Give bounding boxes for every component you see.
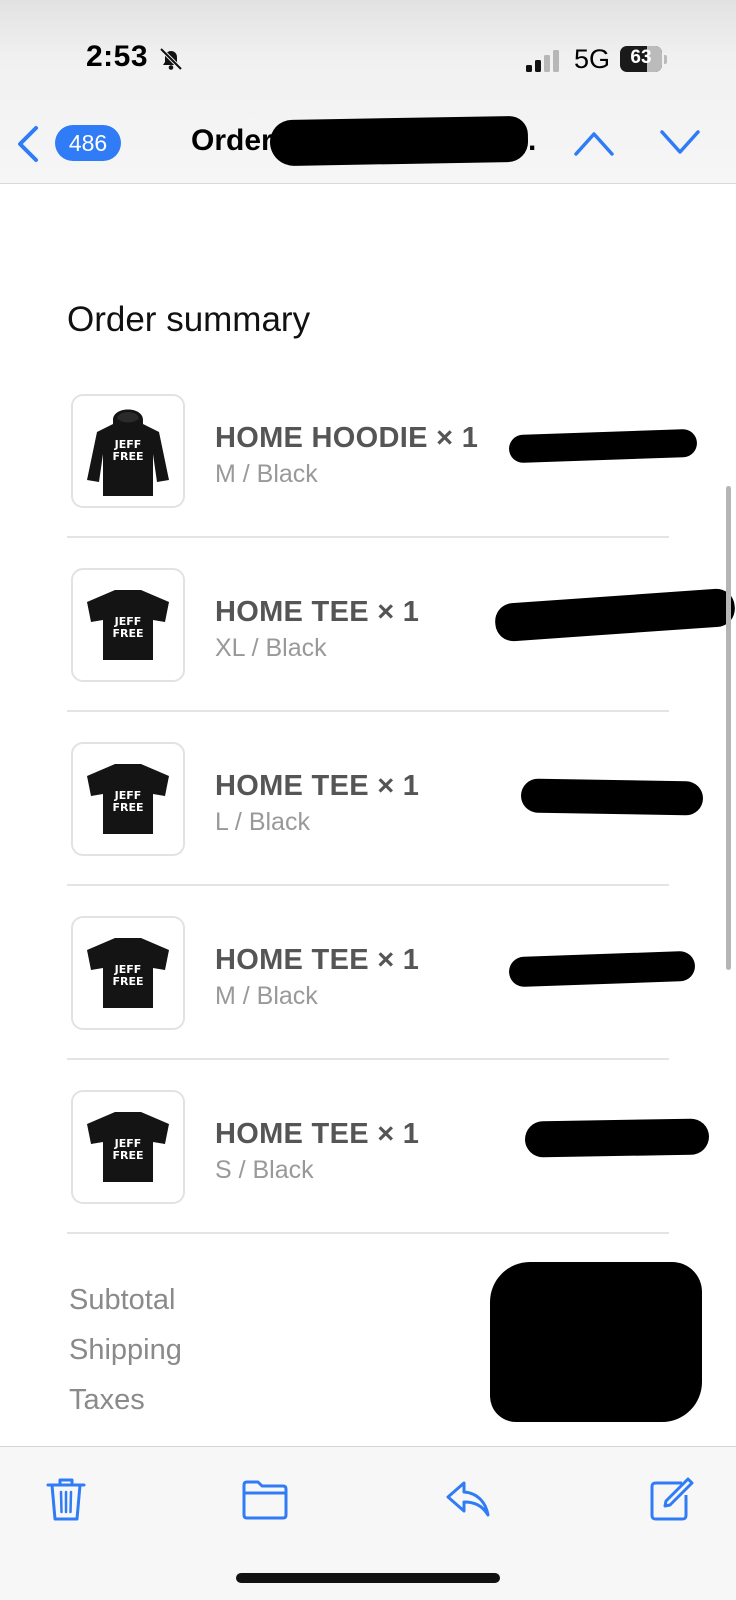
divider (67, 1058, 669, 1060)
order-item[interactable]: JEFF FREE HOME TEE × 1 S / Black (67, 1090, 710, 1264)
item-variant: M / Black (215, 982, 318, 1010)
redaction-mark (520, 778, 704, 816)
print-text: JEFF FREE (112, 1137, 143, 1162)
scrollbar[interactable] (726, 486, 731, 970)
print-text: JEFF FREE (112, 789, 143, 814)
item-variant: M / Black (215, 460, 318, 488)
item-variant: S / Black (215, 1156, 314, 1184)
taxes-label: Taxes (69, 1384, 145, 1416)
item-name: HOME TEE × 1 (215, 596, 420, 628)
reply-icon[interactable] (444, 1475, 492, 1523)
back-chevron-icon[interactable] (14, 124, 42, 164)
tee-image: JEFF FREE (87, 938, 169, 1008)
bottom-toolbar (0, 1446, 736, 1600)
tee-image: JEFF FREE (87, 1112, 169, 1182)
top-bar: 2:53 5G 63 486 Order #•••••••••••••••••c… (0, 0, 736, 184)
product-thumbnail: JEFF FREE (71, 916, 185, 1030)
product-thumbnail: JEFF FREE (71, 742, 185, 856)
redaction-mark (493, 587, 736, 643)
home-indicator[interactable] (236, 1573, 500, 1583)
item-name: HOME TEE × 1 (215, 770, 420, 802)
item-variant: XL / Black (215, 634, 327, 662)
redaction-mark (490, 1262, 702, 1422)
item-name: HOME TEE × 1 (215, 1118, 420, 1150)
print-text: JEFF FREE (112, 438, 143, 463)
network-type: 5G (574, 44, 611, 74)
divider (67, 1232, 669, 1234)
order-item[interactable]: JEFF FREE HOME TEE × 1 L / Black (67, 742, 704, 916)
compose-icon[interactable] (646, 1475, 694, 1523)
bell-slash-icon (159, 47, 183, 71)
battery-icon: 63 (620, 46, 667, 72)
next-message-chevron-icon[interactable] (658, 128, 702, 158)
order-item[interactable]: JEFF FREE HOME HOODIE × 1 M / Black (67, 394, 698, 568)
subtotal-label: Subtotal (69, 1284, 176, 1316)
previous-message-chevron-icon[interactable] (572, 128, 616, 158)
status-time: 2:53 (86, 40, 149, 73)
shipping-label: Shipping (69, 1334, 182, 1366)
divider (67, 536, 669, 538)
product-thumbnail: JEFF FREE (71, 394, 185, 508)
item-name: HOME HOODIE × 1 (215, 422, 479, 454)
order-item[interactable]: JEFF FREE HOME TEE × 1 XL / Black (67, 568, 736, 742)
folder-icon[interactable] (240, 1475, 290, 1523)
redaction-mark (508, 950, 696, 988)
divider (67, 884, 669, 886)
print-text: JEFF FREE (112, 963, 143, 988)
tee-image: JEFF FREE (87, 764, 169, 834)
unread-count-badge[interactable]: 486 (55, 125, 121, 161)
print-text: JEFF FREE (112, 615, 143, 640)
item-variant: L / Black (215, 808, 310, 836)
divider (67, 710, 669, 712)
order-item[interactable]: JEFF FREE HOME TEE × 1 M / Black (67, 916, 696, 1090)
product-thumbnail: JEFF FREE (71, 568, 185, 682)
redaction-mark (524, 1118, 710, 1158)
tee-image: JEFF FREE (87, 590, 169, 660)
redaction-mark (269, 115, 529, 167)
item-name: HOME TEE × 1 (215, 944, 420, 976)
cellular-signal-icon (526, 50, 559, 72)
hoodie-image: JEFF FREE (87, 409, 169, 496)
redaction-mark (508, 428, 698, 464)
section-title: Order summary (67, 300, 311, 339)
battery-percent: 63 (630, 47, 652, 68)
trash-icon[interactable] (42, 1475, 90, 1523)
product-thumbnail: JEFF FREE (71, 1090, 185, 1204)
